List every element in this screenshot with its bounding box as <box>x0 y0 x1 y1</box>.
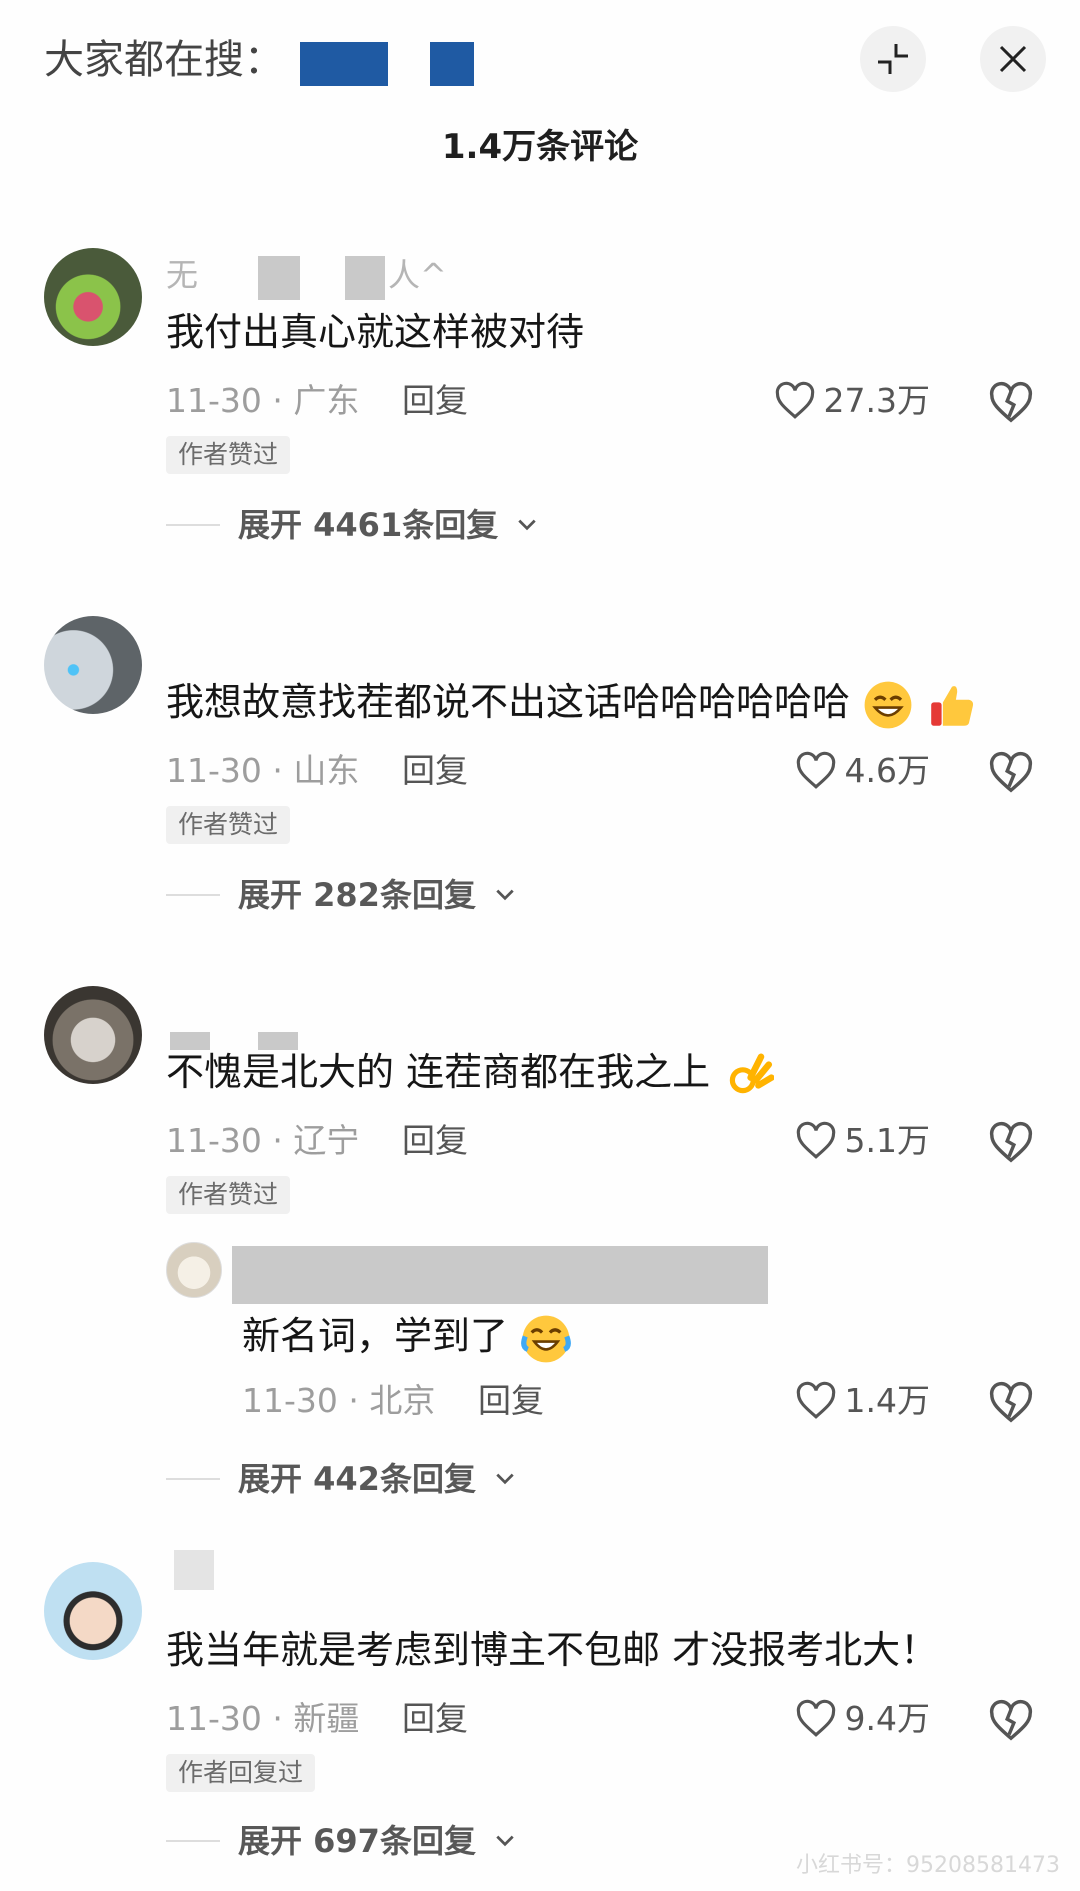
comment-date-location: 11-30 · 山东 <box>166 751 360 790</box>
heart-outline-icon <box>796 751 835 789</box>
reply-button[interactable]: 回复 <box>402 748 468 794</box>
grin-emoji-icon <box>864 681 912 728</box>
expand-replies-button[interactable]: 展开 697条回复 <box>166 1818 516 1864</box>
redacted-username <box>232 1246 768 1304</box>
reply-button[interactable]: 回复 <box>402 378 468 424</box>
divider-line <box>166 524 220 526</box>
expand-replies-label[interactable]: 展开 697条回复 <box>238 1818 476 1864</box>
close-button[interactable] <box>980 26 1046 92</box>
username-fragment[interactable]: 无 <box>166 250 198 296</box>
redacted-username <box>345 256 385 300</box>
avatar[interactable] <box>44 986 142 1084</box>
thumbs-up-icon <box>931 685 974 726</box>
comment-text-content: 我想故意找茬都说不出这话哈哈哈哈哈哈 <box>166 680 851 724</box>
comment-item: 不愧是北大的 连茬商都在我之上 11-30 · 辽宁 回复 5.1万 作者赞过 … <box>0 980 1080 1510</box>
comment-date-location: 11-30 · 辽宁 <box>166 1121 360 1160</box>
reply-button[interactable]: 回复 <box>478 1378 544 1424</box>
redacted-username <box>174 1550 214 1590</box>
like-count: 4.6万 <box>844 751 930 790</box>
expand-replies-button[interactable]: 展开 4461条回复 <box>166 502 538 548</box>
comment-date-location: 11-30 · 广东 <box>166 381 360 420</box>
avatar[interactable] <box>44 1562 142 1660</box>
username-fragment[interactable]: 人^ <box>388 250 447 296</box>
divider-line <box>166 1840 220 1842</box>
comment-text: 我付出真心就这样被对待 <box>166 310 585 354</box>
crying-laughing-emoji-icon <box>521 1315 571 1362</box>
broken-heart-icon[interactable] <box>988 380 1034 426</box>
avatar[interactable] <box>44 616 142 714</box>
minimize-button[interactable] <box>860 26 926 92</box>
expand-replies-button[interactable]: 展开 442条回复 <box>166 1456 516 1502</box>
collapse-icon <box>878 44 908 74</box>
like-count: 9.4万 <box>844 1699 930 1738</box>
broken-heart-icon[interactable] <box>988 1698 1034 1744</box>
chevron-down-icon <box>496 1835 514 1847</box>
author-liked-badge: 作者赞过 <box>166 1176 291 1214</box>
broken-heart-icon[interactable] <box>988 1120 1034 1166</box>
reply-date-location: 11-30 · 北京 <box>242 1381 436 1420</box>
expand-replies-label[interactable]: 展开 442条回复 <box>238 1456 476 1502</box>
expand-replies-label[interactable]: 展开 282条回复 <box>238 872 476 918</box>
like-button[interactable]: 9.4万 <box>795 1696 930 1742</box>
comment-text: 不愧是北大的 连茬商都在我之上 <box>166 1046 775 1101</box>
like-button[interactable]: 4.6万 <box>795 748 930 794</box>
broken-heart-icon[interactable] <box>988 750 1034 796</box>
author-liked-badge: 作者赞过 <box>166 436 291 474</box>
avatar[interactable] <box>44 248 142 346</box>
chevron-down-icon <box>518 519 536 531</box>
like-count: 5.1万 <box>844 1121 930 1160</box>
chevron-down-icon <box>496 889 514 901</box>
redacted-search-term-1[interactable] <box>300 42 388 86</box>
ok-hand-emoji-icon <box>729 1053 775 1093</box>
comment-text-content: 不愧是北大的 连茬商都在我之上 <box>166 1050 711 1094</box>
comment-item: 我想故意找茬都说不出这话哈哈哈哈哈哈 11-30 · 山东 回复 4.6万 作者… <box>0 610 1080 940</box>
broken-heart-icon[interactable] <box>988 1380 1034 1426</box>
reply-avatar[interactable] <box>166 1242 222 1298</box>
expand-replies-label[interactable]: 展开 4461条回复 <box>238 502 498 548</box>
divider-line <box>166 1478 220 1480</box>
trending-search-label: 大家都在搜： <box>44 37 284 83</box>
reply-button[interactable]: 回复 <box>402 1118 468 1164</box>
redacted-username <box>258 256 300 300</box>
expand-replies-button[interactable]: 展开 282条回复 <box>166 872 516 918</box>
like-count: 27.3万 <box>823 381 930 420</box>
close-icon <box>999 45 1027 73</box>
heart-outline-icon <box>796 1381 835 1419</box>
comments-header: 大家都在搜： <box>0 0 1080 120</box>
reply-text: 新名词，学到了 <box>242 1310 572 1365</box>
chevron-down-icon <box>496 1473 514 1485</box>
comment-date-location: 11-30 · 新疆 <box>166 1699 360 1738</box>
like-button[interactable]: 1.4万 <box>795 1378 930 1424</box>
divider-line <box>166 894 220 896</box>
reply-button[interactable]: 回复 <box>402 1696 468 1742</box>
reply-text-content: 新名词，学到了 <box>242 1314 509 1358</box>
heart-outline-icon <box>796 1699 835 1737</box>
heart-outline-icon <box>796 1121 835 1159</box>
watermark: 小红书号：95208581473 <box>796 1853 1060 1878</box>
comment-count-title: 1.4万条评论 <box>441 127 639 167</box>
like-button[interactable]: 27.3万 <box>774 378 930 424</box>
comment-text: 我想故意找茬都说不出这话哈哈哈哈哈哈 <box>166 676 978 731</box>
comment-text: 我当年就是考虑到博主不包邮 才没报考北大！ <box>166 1628 939 1672</box>
author-replied-badge: 作者回复过 <box>166 1754 316 1792</box>
like-count: 1.4万 <box>844 1381 930 1420</box>
like-button[interactable]: 5.1万 <box>795 1118 930 1164</box>
comment-item: 我当年就是考虑到博主不包邮 才没报考北大！ 11-30 · 新疆 回复 9.4万… <box>0 1550 1080 1880</box>
comment-item: 无 人^ 我付出真心就这样被对待 11-30 · 广东 回复 27.3万 作者赞… <box>0 240 1080 570</box>
heart-outline-icon <box>775 381 814 419</box>
author-liked-badge: 作者赞过 <box>166 806 291 844</box>
redacted-search-term-2[interactable] <box>430 42 474 86</box>
